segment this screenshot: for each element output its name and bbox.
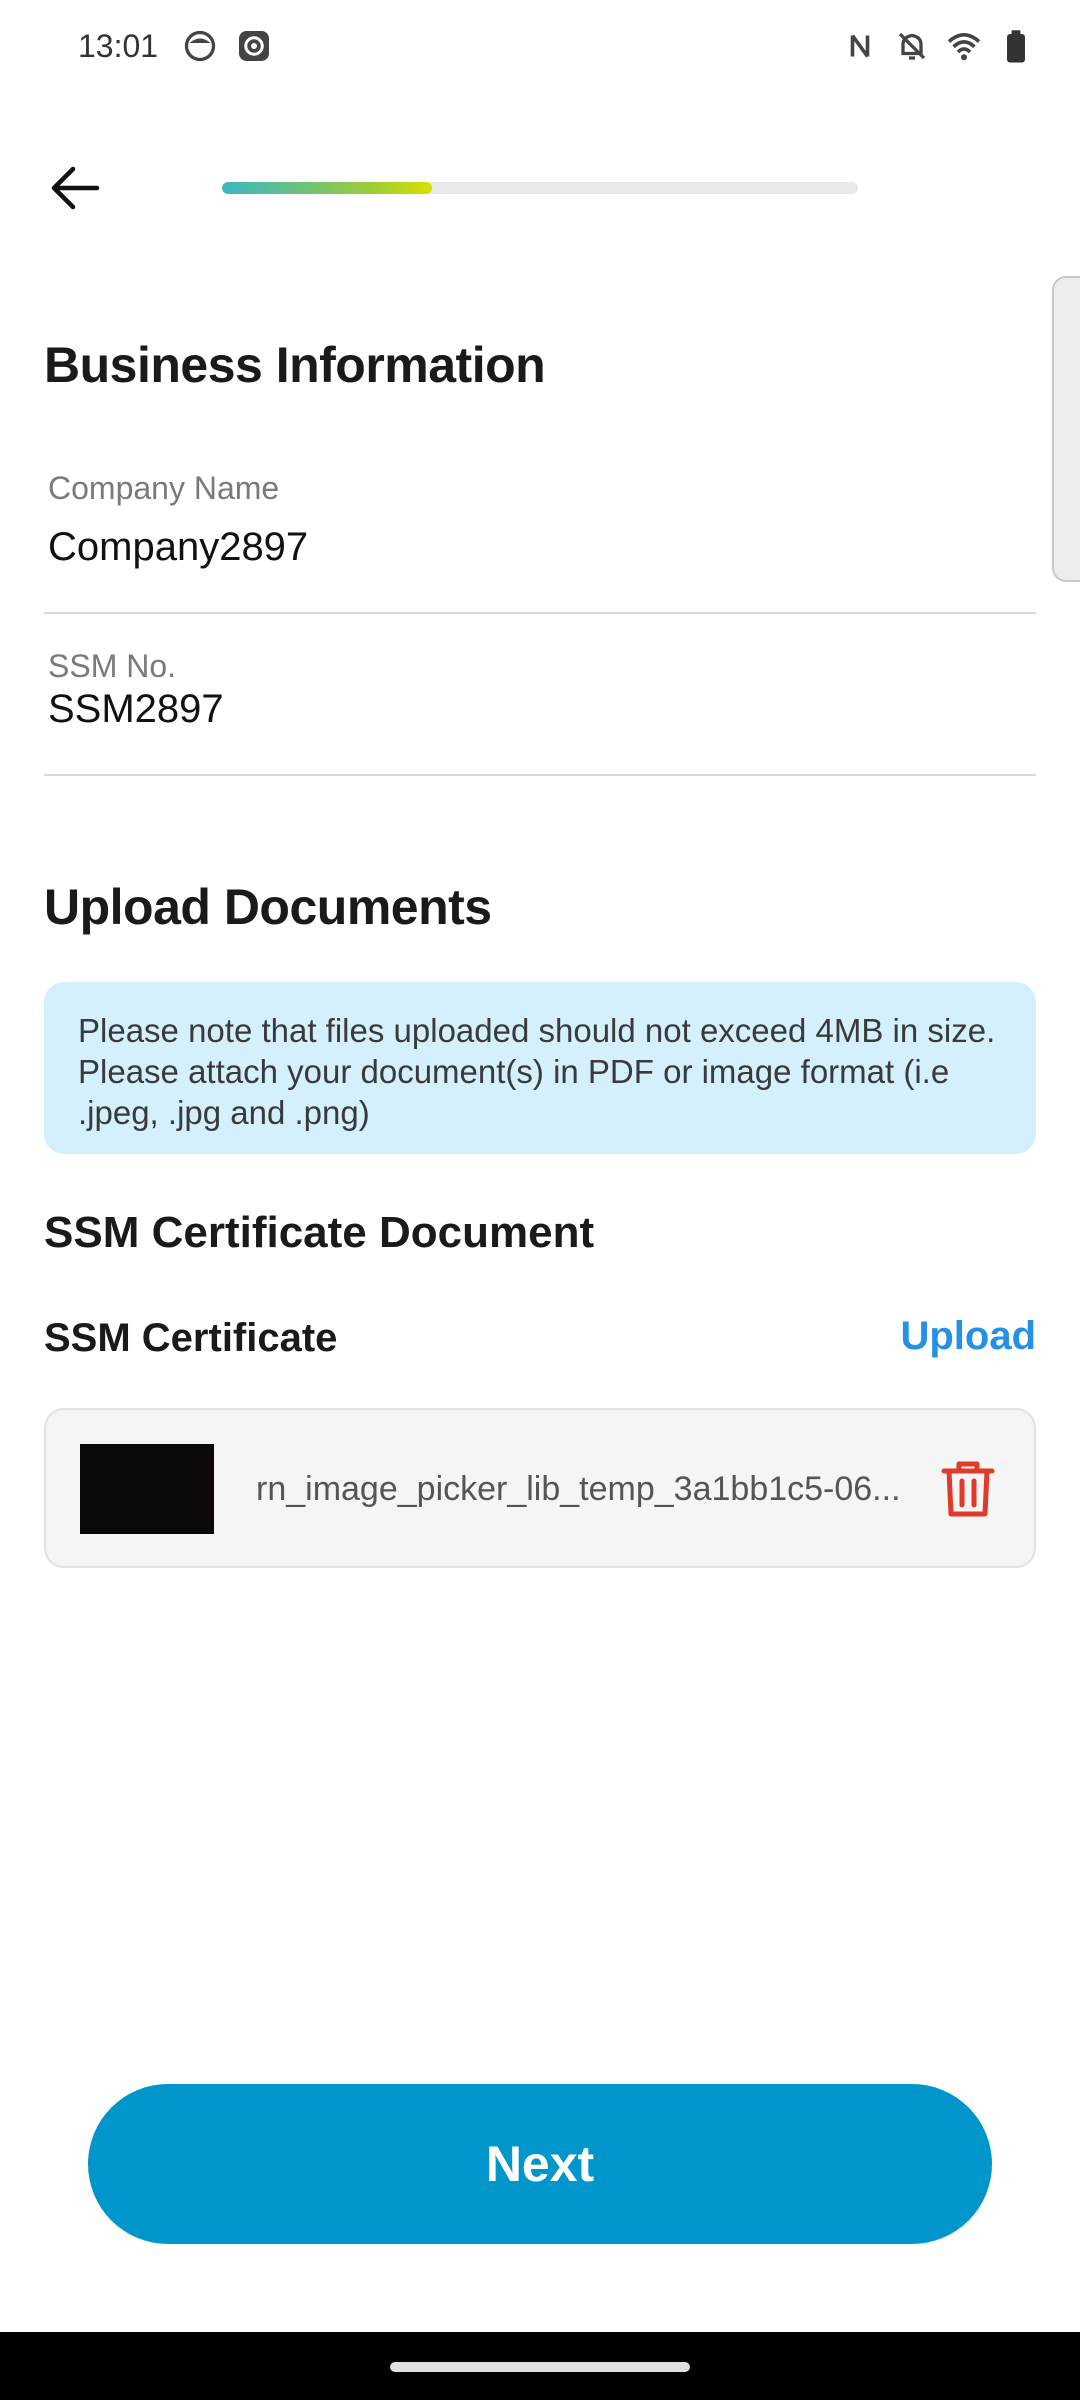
trash-icon	[941, 1461, 995, 1517]
file-name: rn_image_picker_lib_temp_3a1bb1c5-06...	[256, 1470, 901, 1508]
ssm-no-input[interactable]	[44, 687, 1036, 732]
scrollbar[interactable]	[1052, 276, 1080, 582]
business-information-title: Business Information	[44, 337, 546, 393]
bell-off-icon	[898, 32, 926, 60]
upload-button[interactable]: Upload	[900, 1314, 1036, 1359]
status-bar: 13:01	[0, 0, 1080, 96]
status-right-icons	[842, 28, 1034, 64]
company-name-input[interactable]	[44, 525, 1036, 570]
arrow-left-icon	[51, 166, 100, 210]
upload-documents-title: Upload Documents	[44, 879, 492, 935]
uploaded-file-card: rn_image_picker_lib_temp_3a1bb1c5-06...	[44, 1408, 1036, 1568]
progress-fill	[222, 182, 432, 194]
ssm-no-field[interactable]: SSM No.	[44, 648, 1036, 776]
battery-icon	[1007, 30, 1025, 63]
nfc-icon	[850, 34, 870, 58]
ssm-certificate-label: SSM Certificate	[44, 1316, 338, 1360]
camera-settings-icon	[239, 31, 269, 61]
delete-file-button[interactable]	[938, 1458, 998, 1520]
back-button[interactable]	[40, 158, 110, 218]
file-thumbnail[interactable]	[80, 1444, 214, 1534]
top-bar	[0, 140, 1080, 236]
progress-bar	[222, 182, 858, 194]
navigation-bar	[0, 2332, 1080, 2400]
company-name-field[interactable]: Company Name	[44, 470, 1036, 614]
status-time: 13:01	[78, 28, 159, 64]
next-button[interactable]: Next	[88, 2084, 992, 2244]
ssm-certificate-document-title: SSM Certificate Document	[44, 1208, 595, 1257]
status-left-icons	[182, 28, 272, 64]
home-indicator[interactable]	[390, 2362, 690, 2372]
company-name-label: Company Name	[48, 470, 280, 506]
wifi-icon	[947, 32, 981, 61]
ssm-certificate-row: SSM Certificate Upload	[44, 1310, 1036, 1370]
ssm-no-label: SSM No.	[48, 648, 177, 684]
file-size-notice: Please note that files uploaded should n…	[44, 982, 1036, 1154]
face-icon	[184, 30, 216, 62]
